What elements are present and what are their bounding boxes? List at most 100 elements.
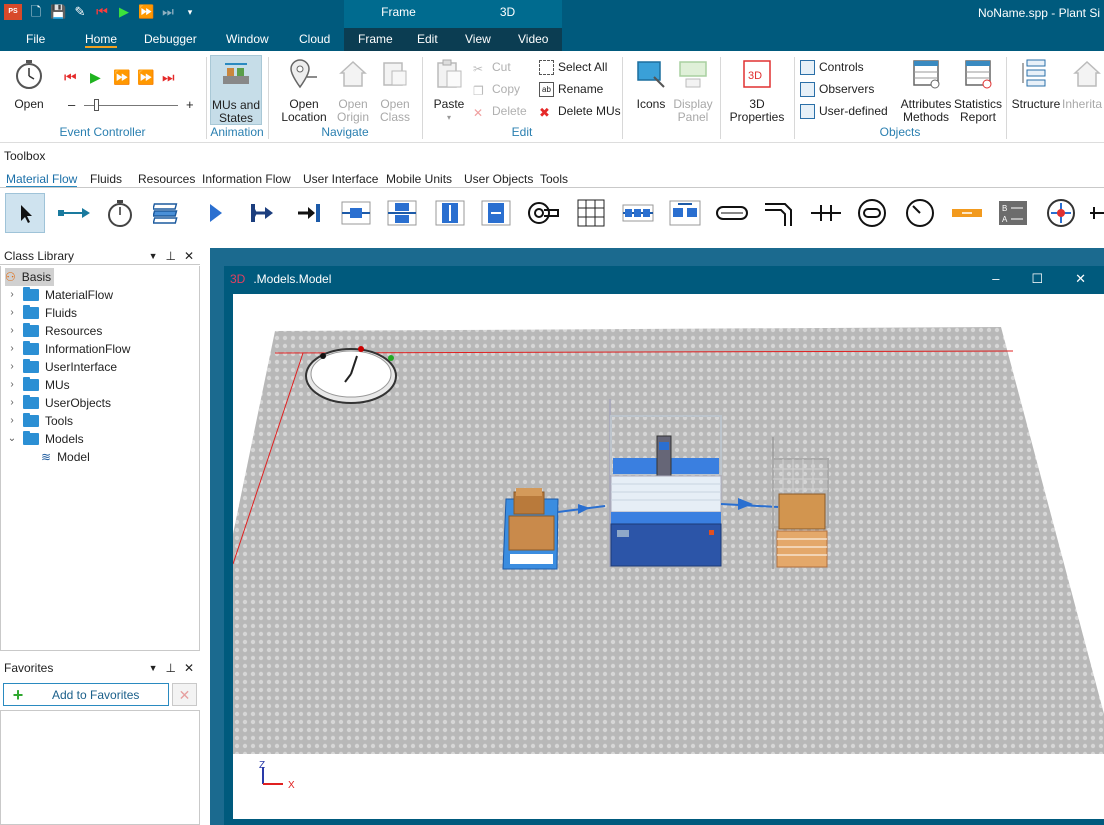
event-controller-tool-icon[interactable] bbox=[100, 193, 140, 233]
expand-icon[interactable]: › bbox=[7, 340, 17, 358]
structure-button[interactable]: Structure bbox=[1010, 57, 1062, 111]
customize-icon[interactable]: ▾ bbox=[182, 4, 198, 20]
interface-tool-icon[interactable] bbox=[288, 193, 328, 233]
open-event-controller-button[interactable]: Open bbox=[8, 57, 50, 111]
save-icon[interactable]: 💾 bbox=[50, 4, 66, 20]
tab-window[interactable]: Window bbox=[226, 28, 269, 51]
expand-icon[interactable]: › bbox=[7, 286, 17, 304]
3d-properties-button[interactable]: 3D 3D Properties bbox=[724, 57, 790, 124]
cut-button[interactable]: ✂ Cut bbox=[473, 58, 511, 76]
close-icon[interactable]: ✕ bbox=[184, 247, 194, 265]
expand-icon[interactable]: › bbox=[7, 376, 17, 394]
toolbox-tab-tools[interactable]: Tools bbox=[540, 170, 568, 188]
tree-item-basis[interactable]: ⚇ Basis bbox=[5, 268, 55, 286]
tab-view[interactable]: View bbox=[465, 28, 491, 51]
buffer-tool-icon[interactable] bbox=[618, 193, 658, 233]
add-to-favorites-button[interactable]: + Add to Favorites bbox=[3, 683, 169, 706]
method-tool-icon[interactable]: BA bbox=[993, 193, 1033, 233]
pin-icon[interactable]: ⊥ bbox=[165, 659, 175, 677]
rename-button[interactable]: ab Rename bbox=[539, 80, 603, 98]
maximize-icon[interactable]: ☐ bbox=[1031, 271, 1043, 287]
toolbox-tab-information-flow[interactable]: Information Flow bbox=[202, 170, 291, 188]
tree-item-informationflow[interactable]: › InformationFlow bbox=[7, 340, 130, 358]
expand-icon[interactable]: › bbox=[7, 322, 17, 340]
tab-home[interactable]: Home bbox=[85, 28, 118, 51]
track-tool-icon[interactable] bbox=[900, 193, 940, 233]
tab-debugger[interactable]: Debugger bbox=[144, 28, 197, 51]
copy-button[interactable]: ❐ Copy bbox=[473, 80, 520, 98]
3d-scene[interactable]: Z X bbox=[232, 294, 1104, 819]
tree-item-userobjects[interactable]: › UserObjects bbox=[7, 394, 111, 412]
tab-video[interactable]: Video bbox=[518, 28, 548, 51]
expand-icon[interactable]: › bbox=[7, 412, 17, 430]
toolbox-tab-fluids[interactable]: Fluids bbox=[90, 170, 122, 188]
collapse-icon[interactable]: ⌄ bbox=[7, 430, 17, 448]
step-icon[interactable]: ⏭ bbox=[160, 4, 176, 20]
speed-minus[interactable]: – bbox=[68, 97, 75, 112]
turntable-tool-icon[interactable] bbox=[806, 193, 846, 233]
singleproc-tool-icon[interactable] bbox=[336, 193, 376, 233]
tab-cloud[interactable]: Cloud bbox=[299, 28, 330, 51]
tree-item-userinterface[interactable]: › UserInterface bbox=[7, 358, 117, 376]
inheritance-button[interactable]: Inherita bbox=[1062, 57, 1104, 111]
frame-tool-icon[interactable] bbox=[148, 193, 188, 233]
close-icon[interactable]: ✕ bbox=[184, 659, 194, 677]
toolbox-tab-user-objects[interactable]: User Objects bbox=[464, 170, 533, 188]
tree-item-fluids[interactable]: › Fluids bbox=[7, 304, 77, 322]
reset-icon[interactable]: ⏮ bbox=[64, 69, 77, 86]
dropdown-icon[interactable]: ▼ bbox=[149, 659, 158, 677]
speed-slider-thumb[interactable] bbox=[94, 99, 99, 111]
statistics-report-button[interactable]: Statistics Report bbox=[952, 57, 1004, 124]
user-defined-button[interactable]: User-defined bbox=[800, 102, 888, 120]
tree-item-model[interactable]: ≋ Model bbox=[41, 448, 90, 466]
sorter-tool-icon[interactable] bbox=[665, 193, 705, 233]
toolbox-tab-mobile-units[interactable]: Mobile Units bbox=[386, 170, 452, 188]
start-icon[interactable]: ▶ bbox=[116, 4, 132, 20]
reset-icon[interactable]: ⏮ bbox=[94, 4, 110, 20]
transporter-tool-icon[interactable] bbox=[947, 193, 987, 233]
display-panel-button[interactable]: Display Panel bbox=[672, 57, 714, 124]
turnplate-tool-icon[interactable] bbox=[852, 193, 892, 233]
line-tool-icon[interactable] bbox=[712, 193, 752, 233]
open-origin-button[interactable]: Open Origin bbox=[331, 57, 375, 124]
delete-button[interactable]: ✕ Delete bbox=[473, 102, 527, 120]
tab-file[interactable]: File bbox=[26, 28, 45, 51]
dismantle-tool-icon[interactable] bbox=[476, 193, 516, 233]
fast-forward-icon[interactable]: ⏩ bbox=[138, 4, 154, 20]
remove-favorite-button[interactable]: ✕ bbox=[172, 683, 197, 706]
open-location-button[interactable]: Open Location bbox=[279, 57, 329, 124]
more-tools-icon[interactable] bbox=[1086, 193, 1104, 233]
speed-plus[interactable]: + bbox=[186, 97, 194, 112]
minimize-icon[interactable]: – bbox=[992, 271, 999, 287]
pointer-tool-icon[interactable] bbox=[5, 193, 45, 233]
paste-dropdown-icon[interactable]: ▾ bbox=[429, 111, 469, 124]
delete-mus-button[interactable]: ✖ Delete MUs bbox=[539, 102, 621, 120]
expand-icon[interactable]: › bbox=[7, 394, 17, 412]
expand-icon[interactable]: › bbox=[7, 304, 17, 322]
tree-item-tools[interactable]: › Tools bbox=[7, 412, 73, 430]
controls-button[interactable]: Controls bbox=[800, 58, 864, 76]
toolbox-tab-material-flow[interactable]: Material Flow bbox=[6, 170, 78, 188]
new-file-icon[interactable]: 🗋 bbox=[28, 4, 44, 20]
start-icon[interactable]: ▶ bbox=[90, 69, 101, 86]
open-class-button[interactable]: Open Class bbox=[373, 57, 417, 124]
assembly-tool-icon[interactable] bbox=[430, 193, 470, 233]
observers-button[interactable]: Observers bbox=[800, 80, 874, 98]
select-all-button[interactable]: Select All bbox=[539, 58, 607, 76]
tree-item-materialflow[interactable]: › MaterialFlow bbox=[7, 286, 113, 304]
step-forward-icon[interactable]: ⏩ bbox=[137, 69, 154, 86]
source-tool-icon[interactable] bbox=[195, 193, 235, 233]
parallelproc-tool-icon[interactable] bbox=[382, 193, 422, 233]
mus-and-states-button[interactable]: MUs and States bbox=[210, 55, 262, 125]
toolbox-tab-resources[interactable]: Resources bbox=[138, 170, 195, 188]
connector-tool-icon[interactable] bbox=[54, 193, 94, 233]
3d-viewport[interactable]: Z X bbox=[232, 294, 1104, 819]
close-window-icon[interactable]: ✕ bbox=[1075, 271, 1086, 287]
mobile-unit-tool-icon[interactable] bbox=[1041, 193, 1081, 233]
stop-icon[interactable]: ⏭ bbox=[162, 69, 175, 86]
expand-icon[interactable]: › bbox=[7, 358, 17, 376]
icons-button[interactable]: Icons bbox=[630, 57, 672, 111]
tab-edit[interactable]: Edit bbox=[417, 28, 438, 51]
fast-forward-icon[interactable]: ⏩ bbox=[113, 69, 130, 86]
tree-item-resources[interactable]: › Resources bbox=[7, 322, 102, 340]
